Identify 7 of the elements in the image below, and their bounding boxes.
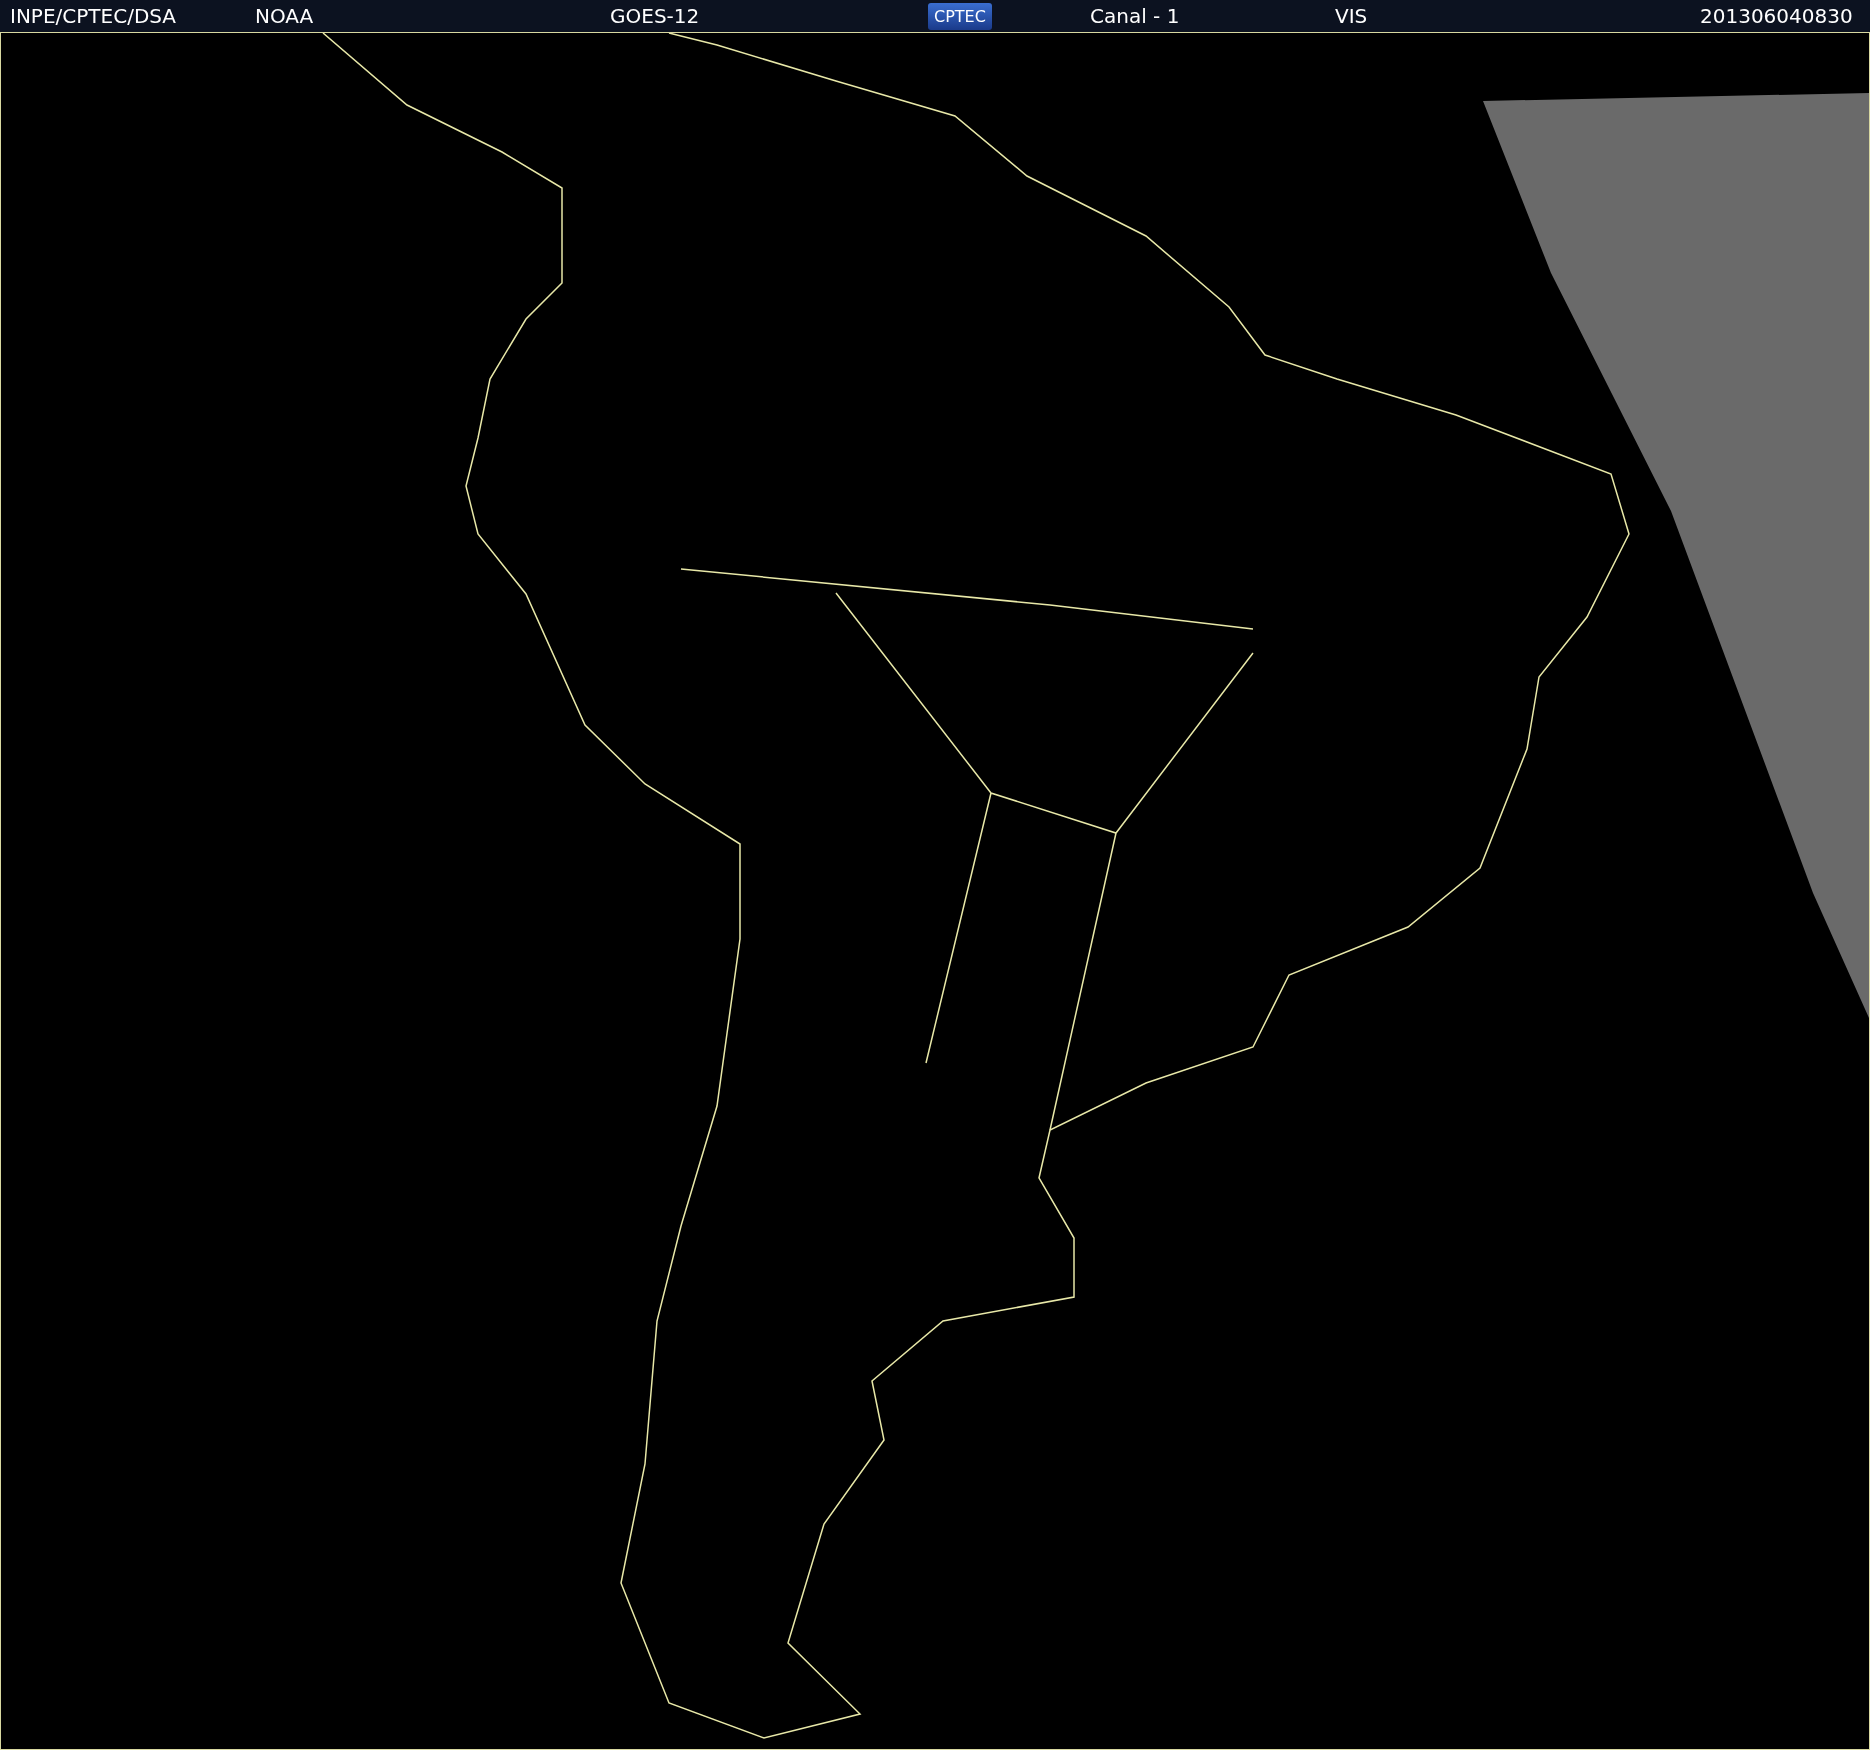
- logo: CPTEC: [928, 2, 992, 30]
- header-label: INPE/CPTEC/DSA: [10, 4, 177, 28]
- header-label: Canal - 1: [1090, 4, 1180, 28]
- header-label: VIS: [1335, 4, 1368, 28]
- header-label: NOAA: [255, 4, 314, 28]
- header-label: GOES-12: [610, 4, 700, 28]
- header-label: 201306040830: [1700, 4, 1853, 28]
